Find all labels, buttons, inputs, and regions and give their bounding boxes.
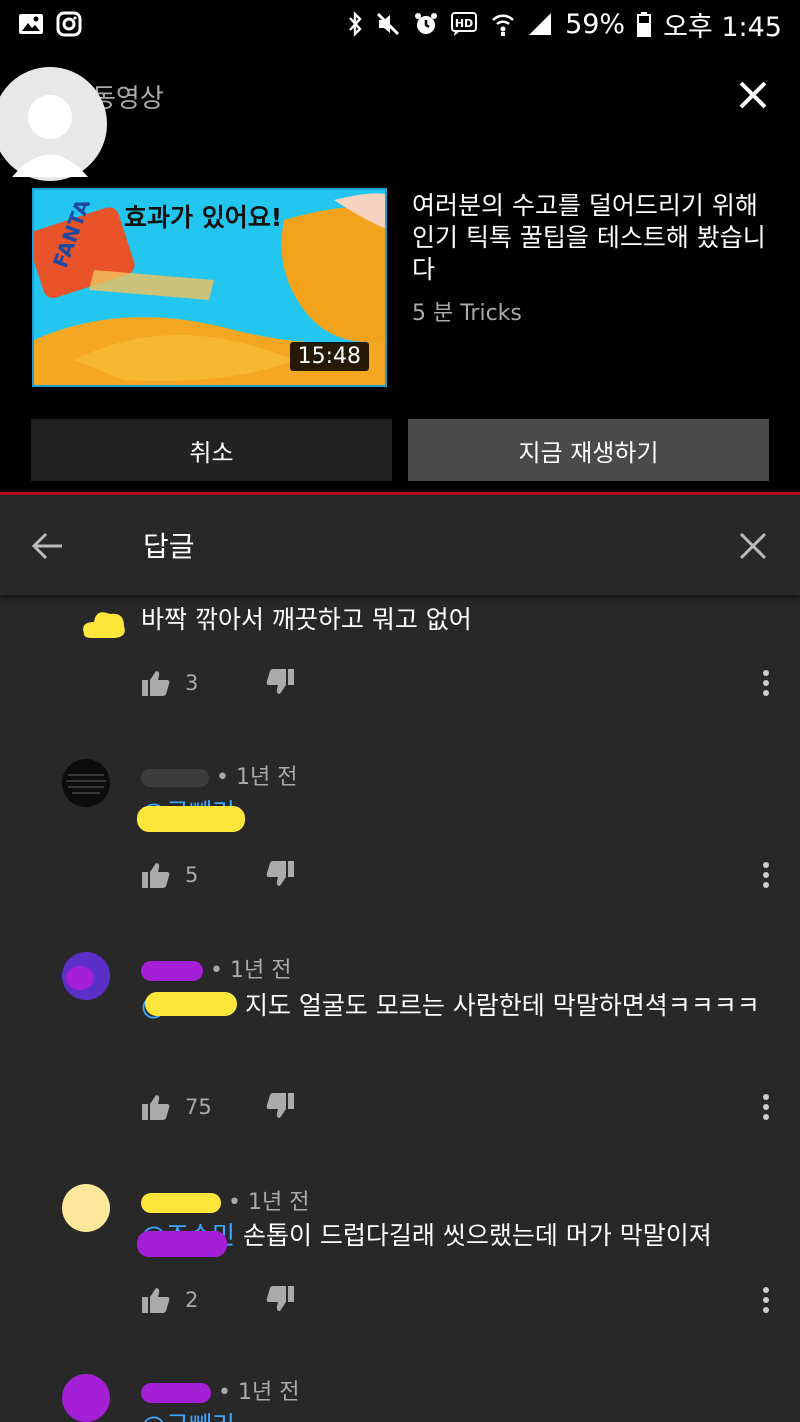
like-count: 3: [185, 671, 199, 695]
video-duration: 15:48: [289, 342, 369, 371]
comment-body: @ 지도 얼굴도 모르는 사람한테 막말하면셕ㅋㅋㅋㅋ: [141, 986, 761, 1025]
comment-time: 1년 전: [229, 958, 292, 983]
thumbs-down-icon: [266, 669, 294, 694]
comment-body: @구빼리.: [137, 793, 761, 832]
comment-actions: 5: [141, 858, 294, 892]
cancel-button[interactable]: 취소: [31, 419, 392, 481]
dislike-button[interactable]: [265, 860, 295, 892]
thumbs-up-icon: [142, 1288, 170, 1313]
like-count: 5: [185, 863, 199, 887]
avatar[interactable]: [62, 759, 110, 807]
thumbs-down-icon: [266, 861, 294, 886]
thumbs-down-icon: [266, 1093, 294, 1118]
comment-item: 바짝 깎아서 깨끗하고 뭐고 없어 3: [0, 600, 800, 730]
mention-link[interactable]: @조수민: [137, 1221, 235, 1257]
video-title[interactable]: 여러분의 수고를 덜어드리기 위해 인기 틱톡 꿀팁을 테스트해 봤습니다: [412, 190, 772, 286]
comment-actions: 2: [141, 1283, 294, 1317]
comment-time: 1년 전: [247, 1190, 310, 1215]
comment-body: @구빼리: [141, 1406, 761, 1422]
thumbs-up-icon: [142, 1095, 170, 1120]
video-thumbnail[interactable]: FANTA 효과가 있어요! 15:48: [32, 188, 387, 387]
redaction-mark: [80, 604, 128, 648]
more-options-icon[interactable]: [756, 1092, 776, 1122]
comment-actions: 75: [141, 1090, 294, 1124]
avatar[interactable]: [62, 1374, 110, 1422]
author-name[interactable]: [141, 1383, 211, 1403]
mute-icon: [375, 11, 401, 37]
like-button[interactable]: 3: [141, 669, 198, 697]
more-options-icon[interactable]: [756, 860, 776, 890]
clock: 오후 1:45: [663, 11, 782, 43]
comment-meta: • 1년 전: [141, 952, 291, 984]
back-arrow-icon[interactable]: [30, 528, 66, 564]
mention-link[interactable]: @구빼리: [137, 798, 245, 832]
alarm-icon: [413, 11, 439, 37]
status-bar: HD 59% 오후 1:45: [0, 0, 800, 48]
mention-link[interactable]: @구빼리: [141, 1411, 235, 1422]
instagram-icon: [56, 11, 82, 37]
comment-body: @조수민 손톱이 드럽다길래 씻으랬는데 머가 막말이져: [137, 1216, 761, 1257]
like-count: 75: [185, 1095, 212, 1119]
hd-icon: HD: [451, 11, 479, 37]
battery-icon: [637, 11, 652, 37]
author-name[interactable]: [141, 1193, 221, 1213]
comment-meta: • 1년 전: [141, 1374, 299, 1406]
author-name[interactable]: [141, 961, 203, 981]
more-options-icon[interactable]: [756, 668, 776, 698]
more-options-icon[interactable]: [756, 1285, 776, 1315]
author-name[interactable]: [141, 769, 209, 787]
battery-percent: 59%: [565, 8, 626, 40]
bluetooth-icon: [347, 11, 363, 37]
comment-text: 바짝 깎아서 깨끗하고 뭐고 없어: [141, 605, 472, 634]
thumbs-up-icon: [142, 863, 170, 888]
comment-text: 지도 얼굴도 모르는 사람한테 막말하면셕ㅋㅋㅋㅋ: [244, 991, 760, 1020]
dislike-button[interactable]: [265, 1092, 295, 1124]
svg-text:HD: HD: [455, 17, 473, 30]
comment-time: 1년 전: [235, 765, 298, 790]
like-count: 2: [185, 1288, 199, 1312]
like-button[interactable]: 5: [141, 861, 198, 889]
mention-link[interactable]: @: [141, 986, 237, 1025]
comment-meta: • 1년 전: [141, 759, 297, 791]
user-avatar: [0, 62, 108, 182]
like-button[interactable]: 75: [141, 1093, 212, 1121]
avatar[interactable]: [62, 952, 110, 1000]
close-up-next-icon[interactable]: [733, 75, 773, 115]
like-button[interactable]: 2: [141, 1286, 198, 1314]
signal-icon: [527, 11, 553, 37]
dislike-button[interactable]: [265, 1285, 295, 1317]
comment-item: • 1년 전 @ 지도 얼굴도 모르는 사람한테 막말하면셕ㅋㅋㅋㅋ 75: [0, 948, 800, 1158]
comment-time: 1년 전: [237, 1380, 300, 1405]
comment-actions: 3: [141, 666, 294, 700]
channel-name: 5 분 Tricks: [412, 301, 522, 326]
wifi-icon: [491, 11, 515, 37]
thumbnail-caption: 효과가 있어요!: [124, 203, 283, 232]
play-now-button[interactable]: 지금 재생하기: [408, 419, 769, 481]
replies-title: 답글: [143, 530, 195, 563]
comment-item: • 1년 전 @구빼리. 5: [0, 755, 800, 925]
gallery-icon: [18, 12, 44, 36]
thumbs-down-icon: [266, 1286, 294, 1311]
thumbs-up-icon: [142, 671, 170, 696]
replies-header: 답글: [0, 495, 800, 595]
comment-text: 손톱이 드럽다길래 씻으랬는데 머가 막말이져: [242, 1221, 712, 1250]
comment-item: • 1년 전 @구빼리: [0, 1370, 800, 1422]
dislike-button[interactable]: [265, 668, 295, 700]
comment-item: • 1년 전 @조수민 손톱이 드럽다길래 씻으랬는데 머가 막말이져 2: [0, 1180, 800, 1360]
avatar[interactable]: [62, 1184, 110, 1232]
close-replies-icon[interactable]: [736, 529, 770, 563]
comment-meta: • 1년 전: [141, 1184, 309, 1216]
